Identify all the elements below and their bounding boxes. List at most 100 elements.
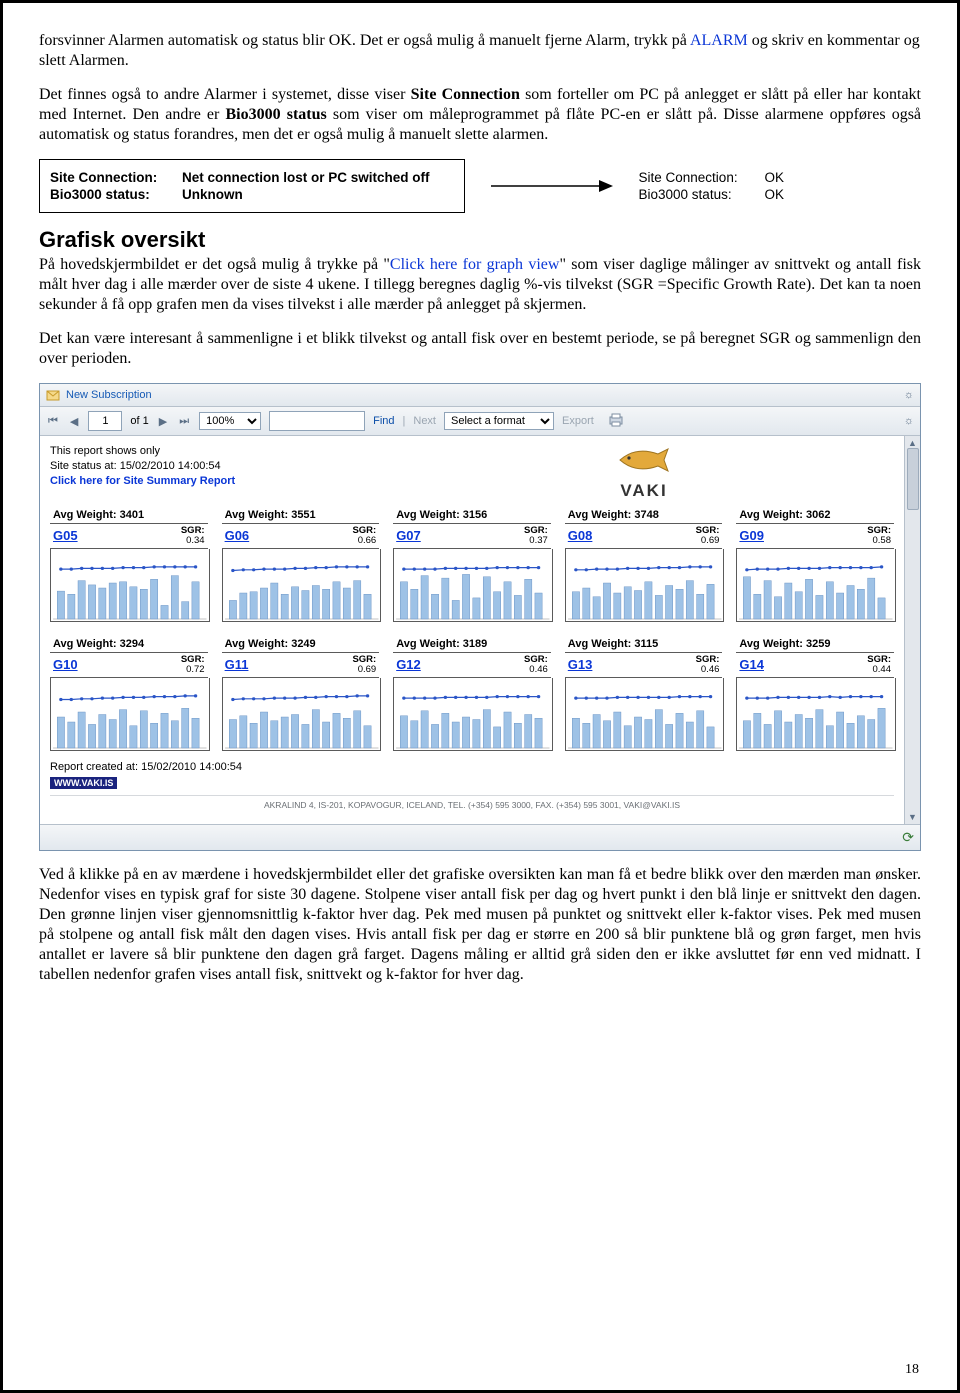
vaki-logo-text: VAKI xyxy=(614,481,674,501)
first-page-icon[interactable]: ⏮ xyxy=(46,415,60,428)
corp-footer: AKRALIND 4, IS-201, KOPAVOGUR, ICELAND, … xyxy=(50,795,894,810)
alarm-link: ALARM xyxy=(690,32,748,49)
prev-page-icon[interactable]: ◀ xyxy=(68,415,80,428)
page-of-label: of 1 xyxy=(130,415,148,427)
cage-code-link[interactable]: G12 xyxy=(396,657,421,672)
avg-weight-label: Avg Weight: 3062 xyxy=(736,507,894,524)
mini-chart[interactable] xyxy=(565,549,725,622)
sgr-label: SGR:0.37 xyxy=(524,526,548,546)
section-heading: Grafisk oversikt xyxy=(39,227,921,253)
scroll-down-icon[interactable]: ▼ xyxy=(908,812,917,822)
cage-code-link[interactable]: G13 xyxy=(568,657,593,672)
avg-weight-label: Avg Weight: 3259 xyxy=(736,636,894,653)
mini-chart[interactable] xyxy=(736,549,896,622)
cage-code-link[interactable]: G08 xyxy=(568,528,593,543)
mini-chart[interactable] xyxy=(50,678,210,751)
chart-cell-g12[interactable]: Avg Weight: 3189 G12 SGR:0.46 xyxy=(393,636,551,751)
sgr-label: SGR:0.69 xyxy=(696,526,720,546)
subscription-icon[interactable] xyxy=(46,388,60,402)
cage-code-link[interactable]: G11 xyxy=(225,657,249,672)
site-conn-value-right: OK xyxy=(765,170,785,185)
chart-cell-g08[interactable]: Avg Weight: 3748 G08 SGR:0.69 xyxy=(565,507,723,622)
last-page-icon[interactable]: ⏭ xyxy=(177,415,191,428)
mini-chart[interactable] xyxy=(393,549,553,622)
mini-chart[interactable] xyxy=(565,678,725,751)
sgr-label: SGR:0.58 xyxy=(867,526,891,546)
vertical-scrollbar[interactable]: ▲ ▼ xyxy=(904,436,920,824)
scroll-up-icon[interactable]: ▲ xyxy=(908,438,917,448)
chart-cell-g11[interactable]: Avg Weight: 3249 G11 SGR:0.69 xyxy=(222,636,380,751)
collapse-icon-2[interactable]: ☼ xyxy=(904,415,914,427)
vaki-logo: VAKI xyxy=(614,444,674,501)
next-page-icon[interactable]: ▶ xyxy=(157,415,169,428)
chart-cell-g14[interactable]: Avg Weight: 3259 G14 SGR:0.44 xyxy=(736,636,894,751)
cage-code-link[interactable]: G06 xyxy=(225,528,250,543)
avg-weight-label: Avg Weight: 3551 xyxy=(222,507,380,524)
p2-bold1: Site Connection xyxy=(411,86,520,103)
mini-chart[interactable] xyxy=(736,678,896,751)
sgr-label: SGR:0.46 xyxy=(524,655,548,675)
find-input[interactable] xyxy=(269,411,365,431)
toolbar-paging: ⏮ ◀ of 1 ▶ ⏭ 100% Find | Next Select a f… xyxy=(40,407,920,436)
section-para-1: På hovedskjermbildet er det også mulig å… xyxy=(39,255,921,315)
summary-report-link[interactable]: Click here for Site Summary Report xyxy=(50,474,235,489)
status-box-left: Site Connection: Net connection lost or … xyxy=(39,159,465,213)
cage-code-link[interactable]: G05 xyxy=(53,528,78,543)
report-footer: Report created at: 15/02/2010 14:00:54 W… xyxy=(50,761,894,789)
cage-code-link[interactable]: G10 xyxy=(53,657,78,672)
shows-only-label: This report shows only xyxy=(50,444,235,459)
avg-weight-label: Avg Weight: 3401 xyxy=(50,507,208,524)
chart-cell-g06[interactable]: Avg Weight: 3551 G06 SGR:0.66 xyxy=(222,507,380,622)
zoom-select[interactable]: 100% xyxy=(199,412,261,430)
bio-status-value: Unknown xyxy=(182,187,243,202)
print-icon[interactable] xyxy=(608,413,624,430)
sgr-label: SGR:0.66 xyxy=(352,526,376,546)
chart-sub-header: G10 SGR:0.72 xyxy=(50,653,208,678)
report-viewer: New Subscription ☼ ⏮ ◀ of 1 ▶ ⏭ 100% Fin… xyxy=(39,383,921,851)
new-subscription-link[interactable]: New Subscription xyxy=(66,389,152,401)
export-link[interactable]: Export xyxy=(562,415,594,427)
mini-chart[interactable] xyxy=(222,549,382,622)
site-conn-value: Net connection lost or PC switched off xyxy=(182,170,430,185)
report-created-at: Report created at: 15/02/2010 14:00:54 xyxy=(50,761,894,773)
vakis-badge[interactable]: WWW.VAKI.IS xyxy=(50,777,117,789)
format-select[interactable]: Select a format xyxy=(444,412,554,430)
graph-view-link: Click here for graph view xyxy=(390,256,560,273)
bio-status-label: Bio3000 status: xyxy=(50,187,166,202)
status-box-right: Site Connection: OK Bio3000 status: OK xyxy=(639,168,785,204)
mini-chart[interactable] xyxy=(50,549,210,622)
report-body: This report shows only Site status at: 1… xyxy=(40,436,920,824)
cage-code-link[interactable]: G09 xyxy=(739,528,764,543)
sgr-label: SGR:0.69 xyxy=(352,655,376,675)
site-conn-label-right: Site Connection: xyxy=(639,170,749,185)
avg-weight-label: Avg Weight: 3115 xyxy=(565,636,723,653)
sgr-label: SGR:0.44 xyxy=(867,655,891,675)
paragraph-2: Det finnes også to andre Alarmer i syste… xyxy=(39,85,921,145)
mini-chart[interactable] xyxy=(222,678,382,751)
page-number: 18 xyxy=(905,1362,919,1378)
section-para-2: Det kan være interesant å sammenligne i … xyxy=(39,329,921,369)
collapse-icon[interactable]: ☼ xyxy=(904,389,914,401)
site-status-at: Site status at: 15/02/2010 14:00:54 xyxy=(50,459,235,474)
chart-cell-g13[interactable]: Avg Weight: 3115 G13 SGR:0.46 xyxy=(565,636,723,751)
page-input[interactable] xyxy=(88,411,122,431)
chart-cell-g07[interactable]: Avg Weight: 3156 G07 SGR:0.37 xyxy=(393,507,551,622)
sp1-seg1: På hovedskjermbildet er det også mulig å… xyxy=(39,256,390,273)
charts-grid: Avg Weight: 3401 G05 SGR:0.34 Avg Weight… xyxy=(50,507,894,751)
chart-cell-g09[interactable]: Avg Weight: 3062 G09 SGR:0.58 xyxy=(736,507,894,622)
intro-seg1: forsvinner Alarmen automatisk og status … xyxy=(39,32,690,49)
chart-cell-g05[interactable]: Avg Weight: 3401 G05 SGR:0.34 xyxy=(50,507,208,622)
chart-sub-header: G11 SGR:0.69 xyxy=(222,653,380,678)
cage-code-link[interactable]: G07 xyxy=(396,528,421,543)
p2-bold2: Bio3000 status xyxy=(225,106,326,123)
toolbar-subscription: New Subscription ☼ xyxy=(40,384,920,407)
chart-cell-g10[interactable]: Avg Weight: 3294 G10 SGR:0.72 xyxy=(50,636,208,751)
find-link[interactable]: Find xyxy=(373,415,394,427)
scroll-thumb[interactable] xyxy=(907,448,919,510)
cage-code-link[interactable]: G14 xyxy=(739,657,764,672)
bio-status-value-right: OK xyxy=(765,187,785,202)
refresh-icon[interactable]: ⟳ xyxy=(902,829,914,846)
mini-chart[interactable] xyxy=(393,678,553,751)
next-link[interactable]: Next xyxy=(413,415,436,427)
bio-status-label-right: Bio3000 status: xyxy=(639,187,749,202)
